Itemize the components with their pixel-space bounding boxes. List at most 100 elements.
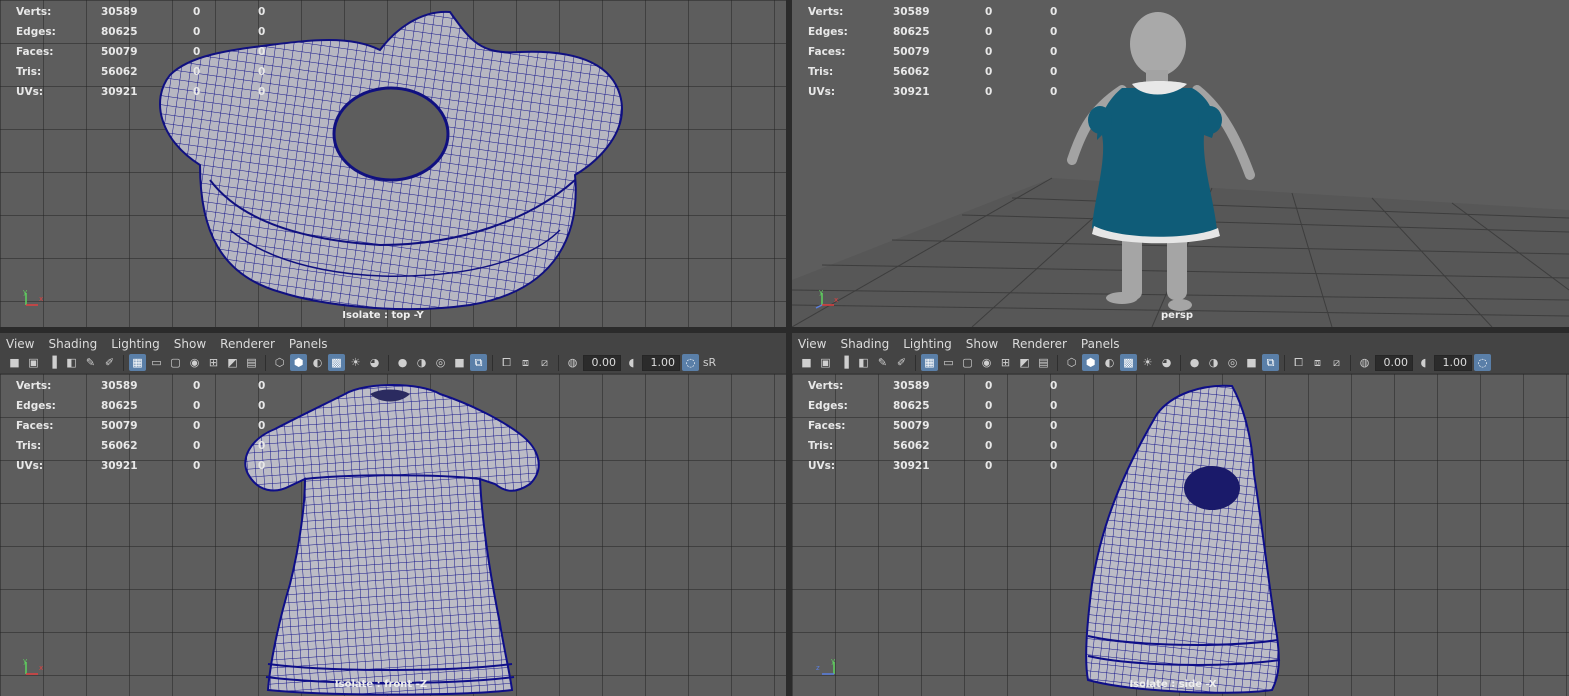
field-chart-icon[interactable]: ⊞ (205, 354, 222, 371)
camera-icon[interactable]: ■ (798, 354, 815, 371)
color-management-icon[interactable]: ◌ (1474, 354, 1491, 371)
motion-blur-icon[interactable]: ◑ (413, 354, 430, 371)
viewport-persp[interactable]: Verts: 30589 0 0 Edges: 80625 0 0 Faces: 50079 0… (792, 0, 1569, 327)
wireframe-icon[interactable]: ⬡ (1063, 354, 1080, 371)
svg-text:x: x (834, 296, 838, 304)
camera-icon[interactable]: ■ (6, 354, 23, 371)
isolate-select-icon[interactable]: ⧉ (1262, 354, 1279, 371)
camera-attributes-icon[interactable]: ▣ (25, 354, 42, 371)
grease-pencil-icon[interactable]: ✐ (101, 354, 118, 371)
poly-count-hud: Verts: 30589 0 0 Edges: 80625 0 0 Faces: 50079 0… (808, 6, 1058, 98)
light-icon[interactable]: ☀ (1139, 354, 1156, 371)
film-gate-icon[interactable]: ▭ (148, 354, 165, 371)
toolbar-separator (1057, 354, 1058, 371)
menu-lighting[interactable]: Lighting (104, 337, 167, 351)
viewport-front[interactable]: Verts: 30589 0 0 Edges: 80625 0 0 Faces: 50079 0… (0, 374, 786, 696)
wireframe-on-shaded-icon[interactable]: ◐ (309, 354, 326, 371)
shadows-icon[interactable]: ◕ (1158, 354, 1175, 371)
xray-components-icon[interactable]: ⧄ (536, 354, 553, 371)
textured-icon[interactable]: ▩ (1120, 354, 1137, 371)
gamma-icon[interactable]: ◖ (623, 354, 640, 371)
toolbar-separator (123, 354, 124, 371)
resolution-gate-icon[interactable]: ▢ (167, 354, 184, 371)
gate-mask-icon[interactable]: ◉ (978, 354, 995, 371)
toolbar-separator (492, 354, 493, 371)
menu-renderer[interactable]: Renderer (1005, 337, 1074, 351)
textured-icon[interactable]: ▩ (328, 354, 345, 371)
shadows-icon[interactable]: ◕ (366, 354, 383, 371)
gamma-field[interactable]: 1.00 (1434, 354, 1472, 371)
axis-gizmo-icon: y x (23, 658, 43, 675)
film-gate-icon[interactable]: ▭ (940, 354, 957, 371)
bookmark-icon[interactable]: ▐ (836, 354, 853, 371)
xray-joints-icon[interactable]: ⧈ (517, 354, 534, 371)
wireframe-on-shaded-icon[interactable]: ◐ (1101, 354, 1118, 371)
grid-icon[interactable]: ▦ (129, 354, 146, 371)
exposure-icon[interactable]: ◍ (564, 354, 581, 371)
gate-mask-icon[interactable]: ◉ (186, 354, 203, 371)
image-plane-icon[interactable]: ◧ (855, 354, 872, 371)
menu-lighting[interactable]: Lighting (896, 337, 959, 351)
isolate-select-icon[interactable]: ⧉ (470, 354, 487, 371)
axis-gizmo-icon: y z (816, 658, 835, 675)
camera-label: Isolate : side -X (1129, 679, 1217, 690)
viewport-top[interactable]: Verts: 30589 0 0 Edges: 80625 0 0 Faces: 50079 0… (0, 0, 786, 327)
menu-renderer[interactable]: Renderer (213, 337, 282, 351)
light-icon[interactable]: ☀ (347, 354, 364, 371)
pencil-icon[interactable]: ✎ (82, 354, 99, 371)
svg-text:x: x (39, 295, 43, 303)
axis-gizmo-icon: y x (23, 289, 43, 306)
xray-icon[interactable]: ⧠ (498, 354, 515, 371)
menu-show[interactable]: Show (167, 337, 213, 351)
safe-title-icon[interactable]: ▤ (243, 354, 260, 371)
grease-pencil-icon[interactable]: ✐ (893, 354, 910, 371)
depth-of-field-icon[interactable]: ■ (451, 354, 468, 371)
grid-icon[interactable]: ▦ (921, 354, 938, 371)
safe-title-icon[interactable]: ▤ (1035, 354, 1052, 371)
poly-count-hud: Verts: 30589 0 0 Edges: 80625 0 0 Faces: 50079 0… (16, 380, 266, 472)
exposure-field[interactable]: 0.00 (583, 354, 621, 371)
pencil-icon[interactable]: ✎ (874, 354, 891, 371)
image-plane-icon[interactable]: ◧ (63, 354, 80, 371)
anti-aliasing-icon[interactable]: ◎ (1224, 354, 1241, 371)
menu-shading[interactable]: Shading (833, 337, 896, 351)
anti-aliasing-icon[interactable]: ◎ (432, 354, 449, 371)
color-space-label[interactable]: sR (701, 354, 718, 371)
color-management-icon[interactable]: ◌ (682, 354, 699, 371)
svg-text:x: x (39, 664, 43, 672)
toolbar-separator (388, 354, 389, 371)
svg-text:y: y (831, 658, 835, 665)
depth-of-field-icon[interactable]: ■ (1243, 354, 1260, 371)
gamma-icon[interactable]: ◖ (1415, 354, 1432, 371)
motion-blur-icon[interactable]: ◑ (1205, 354, 1222, 371)
exposure-icon[interactable]: ◍ (1356, 354, 1373, 371)
viewport-side[interactable]: Verts: 30589 0 0 Edges: 80625 0 0 Faces: 50079 0… (792, 374, 1569, 696)
menu-panels[interactable]: Panels (282, 337, 335, 351)
xray-joints-icon[interactable]: ⧈ (1309, 354, 1326, 371)
exposure-field[interactable]: 0.00 (1375, 354, 1413, 371)
xray-components-icon[interactable]: ⧄ (1328, 354, 1345, 371)
toolbar-separator (265, 354, 266, 371)
gamma-field[interactable]: 1.00 (642, 354, 680, 371)
menu-show[interactable]: Show (959, 337, 1005, 351)
menu-panels[interactable]: Panels (1074, 337, 1127, 351)
poly-count-hud: Verts: 30589 0 0 Edges: 80625 0 0 Faces: 50079 0… (808, 380, 1058, 472)
xray-icon[interactable]: ⧠ (1290, 354, 1307, 371)
camera-label: Isolate : top -Y (342, 310, 424, 321)
wireframe-icon[interactable]: ⬡ (271, 354, 288, 371)
menu-shading[interactable]: Shading (41, 337, 104, 351)
menu-view[interactable]: View (0, 337, 41, 351)
menu-view[interactable]: View (792, 337, 833, 351)
toolbar-separator (558, 354, 559, 371)
ambient-occlusion-icon[interactable]: ● (394, 354, 411, 371)
ambient-occlusion-icon[interactable]: ● (1186, 354, 1203, 371)
smooth-shade-icon[interactable]: ⬢ (1082, 354, 1099, 371)
toolbar-separator (1284, 354, 1285, 371)
safe-action-icon[interactable]: ◩ (1016, 354, 1033, 371)
resolution-gate-icon[interactable]: ▢ (959, 354, 976, 371)
bookmark-icon[interactable]: ▐ (44, 354, 61, 371)
safe-action-icon[interactable]: ◩ (224, 354, 241, 371)
field-chart-icon[interactable]: ⊞ (997, 354, 1014, 371)
smooth-shade-icon[interactable]: ⬢ (290, 354, 307, 371)
camera-attributes-icon[interactable]: ▣ (817, 354, 834, 371)
